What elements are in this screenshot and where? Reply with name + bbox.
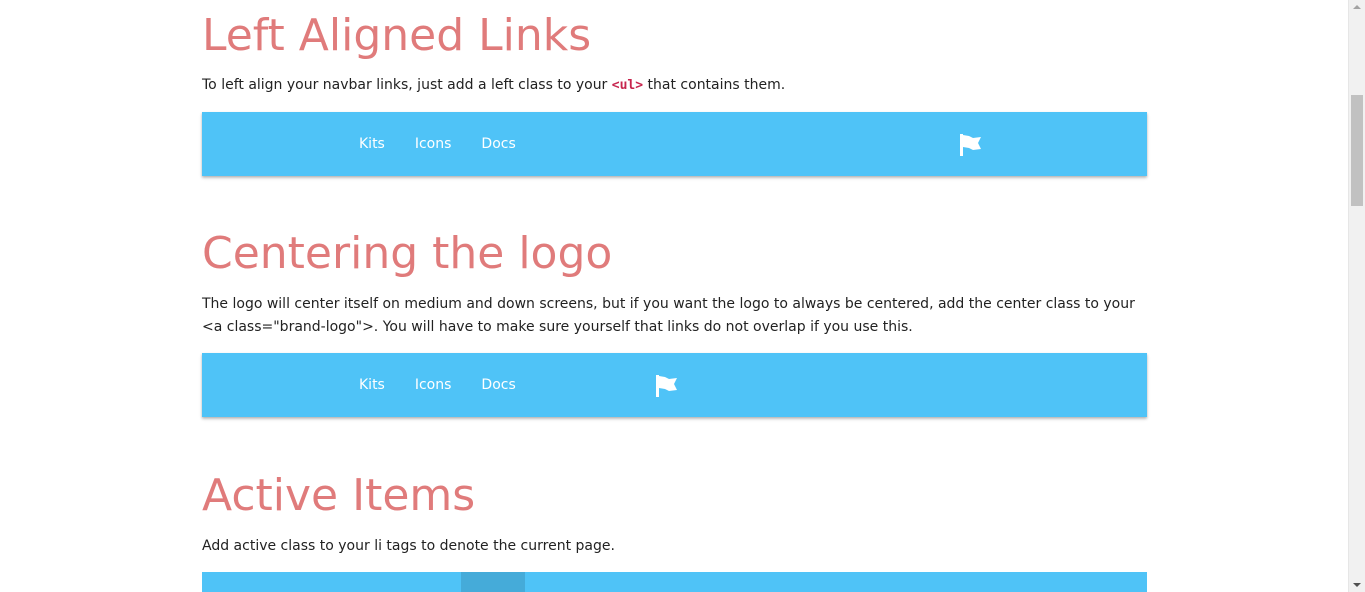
page: Left Aligned Links To left align your na… xyxy=(0,0,1365,592)
scroll-down-arrow-icon[interactable] xyxy=(1353,583,1361,587)
nav-link-icons[interactable]: Icons xyxy=(400,112,467,176)
nav-link-docs[interactable]: Docs xyxy=(466,112,530,176)
vertical-scrollbar[interactable] xyxy=(1348,0,1365,592)
scrollbar-thumb[interactable] xyxy=(1351,95,1363,206)
desc-text-after: that contains them. xyxy=(643,77,786,93)
section-desc-active-items: Add active class to your li tags to deno… xyxy=(202,538,615,554)
nav-link-kits[interactable]: Kits xyxy=(344,112,400,176)
section-title-centering: Centering the logo xyxy=(202,228,613,279)
code-ul: <ul> xyxy=(611,78,644,93)
navbar-left-aligned: Kits Icons Docs xyxy=(202,112,1147,176)
navbar-active-items xyxy=(202,572,1147,592)
section-desc-left-aligned: To left align your navbar links, just ad… xyxy=(202,74,1147,97)
nav-item-active[interactable] xyxy=(461,572,525,592)
section-title-active-items: Active Items xyxy=(202,470,476,521)
navbar-centered-logo: Kits Icons Docs xyxy=(202,353,1147,417)
flag-icon[interactable] xyxy=(958,132,984,158)
section-desc-centering: The logo will center itself on medium an… xyxy=(202,296,1135,335)
scroll-up-arrow-icon[interactable] xyxy=(1353,5,1361,9)
section-title-left-aligned: Left Aligned Links xyxy=(202,10,592,61)
nav-links-center: Kits Icons Docs xyxy=(344,353,531,417)
nav-link-kits[interactable]: Kits xyxy=(344,353,400,417)
desc-text-before: To left align your navbar links, just ad… xyxy=(202,77,612,93)
flag-icon[interactable] xyxy=(654,373,680,399)
nav-links-left: Kits Icons Docs xyxy=(344,112,531,176)
nav-link-icons[interactable]: Icons xyxy=(400,353,467,417)
nav-link-docs[interactable]: Docs xyxy=(466,353,530,417)
